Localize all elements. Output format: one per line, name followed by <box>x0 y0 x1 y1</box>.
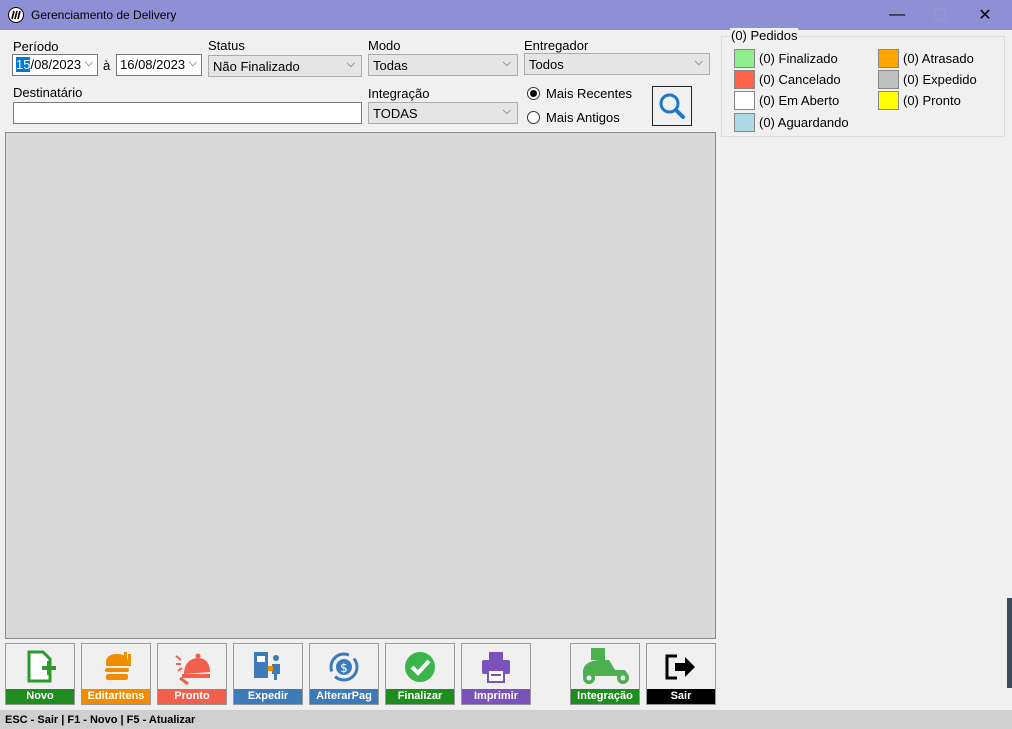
payment-icon: $ <box>310 647 378 687</box>
maximize-button[interactable]: ☐ <box>917 0 963 30</box>
search-icon <box>659 93 685 119</box>
food-icon <box>82 647 150 687</box>
toolbar-button-sair[interactable]: Sair <box>646 643 716 705</box>
chevron-down-icon: ⌵ <box>188 57 197 69</box>
toolbar-button-label: Imprimir <box>462 689 530 704</box>
modo-label: Modo <box>368 38 401 53</box>
toolbar-button-editaritens[interactable]: EditarItens <box>81 643 151 705</box>
legend-item: (0) Aguardando <box>734 113 849 132</box>
toolbar-button-label: Integração <box>571 689 639 704</box>
toolbar-button-expedir[interactable]: Expedir <box>233 643 303 705</box>
minimize-button[interactable]: — <box>874 0 920 30</box>
legend-swatch <box>878 70 899 89</box>
date-separator: à <box>103 58 111 73</box>
periodo-label: Período <box>13 39 59 54</box>
date-start-picker[interactable]: 15/08/2023 ⌵ <box>12 54 98 76</box>
toolbar-button-integra-o[interactable]: Integração <box>570 643 640 705</box>
legend-label: (0) Expedido <box>903 72 977 87</box>
exit-icon <box>647 647 715 687</box>
background-window-edge <box>1007 598 1012 688</box>
legend-swatch <box>734 91 755 110</box>
legend-label: (0) Finalizado <box>759 51 838 66</box>
check-icon <box>386 647 454 687</box>
legend-label: (0) Cancelado <box>759 72 841 87</box>
entregador-label: Entregador <box>524 38 589 53</box>
chevron-down-icon: ⌵ <box>502 105 511 117</box>
modo-select[interactable]: Todas ⌵ <box>368 54 518 76</box>
radio-checked-icon <box>527 87 540 100</box>
toolbar-button-alterarpag[interactable]: $ AlterarPag <box>309 643 379 705</box>
orders-grid[interactable] <box>5 132 716 639</box>
printer-icon <box>462 647 530 687</box>
legend-swatch <box>734 113 755 132</box>
legend-label: (0) Aguardando <box>759 115 849 130</box>
radio-mais-recentes[interactable]: Mais Recentes <box>527 86 632 101</box>
legend-swatch <box>878 91 899 110</box>
toolbar-button-label: Expedir <box>234 689 302 704</box>
status-select[interactable]: Não Finalizado ⌵ <box>208 55 362 77</box>
legend-swatch <box>734 70 755 89</box>
dispatch-icon <box>234 647 302 687</box>
toolbar-button-pronto[interactable]: Pronto <box>157 643 227 705</box>
legend-item: (0) Em Aberto <box>734 91 839 110</box>
legend-item: (0) Expedido <box>878 70 977 89</box>
legend-item: (0) Cancelado <box>734 70 841 89</box>
legend-item: (0) Finalizado <box>734 49 838 68</box>
status-bar: ESC - Sair | F1 - Novo | F5 - Atualizar <box>0 710 1012 729</box>
toolbar-button-label: Pronto <box>158 689 226 704</box>
status-label: Status <box>208 38 245 53</box>
search-button[interactable] <box>652 86 692 126</box>
entregador-select[interactable]: Todos ⌵ <box>524 53 710 75</box>
new-document-icon <box>6 647 74 687</box>
svg-text:$: $ <box>340 661 348 675</box>
bell-icon <box>158 647 226 687</box>
toolbar-button-label: Finalizar <box>386 689 454 704</box>
chevron-down-icon: ⌵ <box>502 57 511 69</box>
toolbar-button-novo[interactable]: Novo <box>5 643 75 705</box>
toolbar-button-label: AlterarPag <box>310 689 378 704</box>
legend-label: (0) Pronto <box>903 93 961 108</box>
app-logo-icon <box>8 7 24 23</box>
radio-unchecked-icon <box>527 111 540 124</box>
close-button[interactable]: ✕ <box>962 0 1008 30</box>
legend-swatch <box>734 49 755 68</box>
chevron-down-icon: ⌵ <box>84 57 93 69</box>
integracao-select[interactable]: TODAS ⌵ <box>368 102 518 124</box>
legend-label: (0) Em Aberto <box>759 93 840 108</box>
legend-label: (0) Atrasado <box>903 51 974 66</box>
title-bar: Gerenciamento de Delivery — ☐ ✕ <box>0 0 1012 30</box>
toolbar-button-finalizar[interactable]: Finalizar <box>385 643 455 705</box>
radio-mais-antigos[interactable]: Mais Antigos <box>527 110 620 125</box>
legend-title: (0) Pedidos <box>730 28 799 43</box>
radio-mais-antigos-label: Mais Antigos <box>546 110 620 125</box>
integracao-label: Integração <box>368 86 430 101</box>
window-title: Gerenciamento de Delivery <box>31 8 177 22</box>
toolbar-button-imprimir[interactable]: Imprimir <box>461 643 531 705</box>
delivery-scooter-icon <box>571 647 639 687</box>
date-end-picker[interactable]: 16/08/2023 ⌵ <box>116 54 202 76</box>
destinatario-input[interactable] <box>13 102 362 124</box>
toolbar-button-label: EditarItens <box>82 689 150 704</box>
chevron-down-icon: ⌵ <box>694 56 703 68</box>
legend-item: (0) Pronto <box>878 91 961 110</box>
chevron-down-icon: ⌵ <box>346 58 355 70</box>
radio-mais-recentes-label: Mais Recentes <box>546 86 632 101</box>
toolbar-button-label: Sair <box>647 689 715 704</box>
toolbar-button-label: Novo <box>6 689 74 704</box>
destinatario-label: Destinatário <box>13 85 83 100</box>
legend-item: (0) Atrasado <box>878 49 974 68</box>
legend-swatch <box>878 49 899 68</box>
